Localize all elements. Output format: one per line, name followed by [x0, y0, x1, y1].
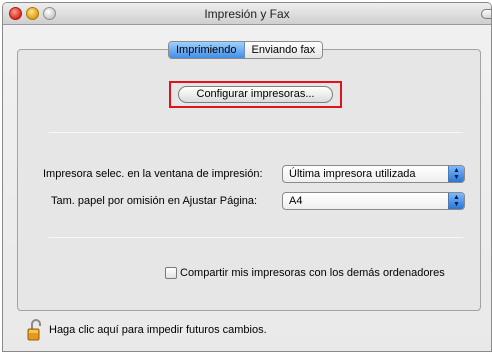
selected-printer-popup[interactable]: Última impresora utilizada ▲ ▼ [282, 165, 465, 183]
popup-arrows-icon: ▲ ▼ [448, 166, 464, 182]
separator [49, 237, 463, 238]
popup-arrows-icon: ▲ ▼ [448, 193, 464, 209]
toolbar-toggle-button[interactable] [481, 9, 491, 19]
lock-control[interactable]: Haga clic aquí para impedir futuros camb… [27, 319, 267, 341]
paper-size-label: Tam. papel por omisión en Ajustar Página… [51, 195, 258, 207]
preferences-window: Impresión y Fax Imprimiendo Enviando fax… [2, 2, 492, 352]
selected-printer-value: Última impresora utilizada [289, 168, 416, 180]
paper-size-popup[interactable]: A4 ▲ ▼ [282, 192, 465, 210]
tab-faxing[interactable]: Enviando fax [244, 42, 323, 58]
tab-printing[interactable]: Imprimiendo [169, 42, 245, 58]
share-printers-checkbox[interactable] [165, 267, 177, 279]
configure-printers-button[interactable]: Configurar impresoras... [178, 86, 333, 103]
lock-open-icon[interactable] [27, 319, 43, 341]
share-printers-label: Compartir mis impresoras con los demás o… [180, 267, 445, 279]
tab-bar: Imprimiendo Enviando fax [168, 41, 324, 59]
lock-label: Haga clic aquí para impedir futuros camb… [49, 324, 267, 336]
share-printers-option[interactable]: Compartir mis impresoras con los demás o… [165, 267, 445, 279]
separator [49, 132, 463, 133]
selected-printer-label: Impresora selec. en la ventana de impres… [43, 168, 263, 180]
window-title: Impresión y Fax [204, 7, 290, 21]
title-bar[interactable]: Impresión y Fax [3, 3, 491, 25]
paper-size-value: A4 [289, 195, 303, 207]
